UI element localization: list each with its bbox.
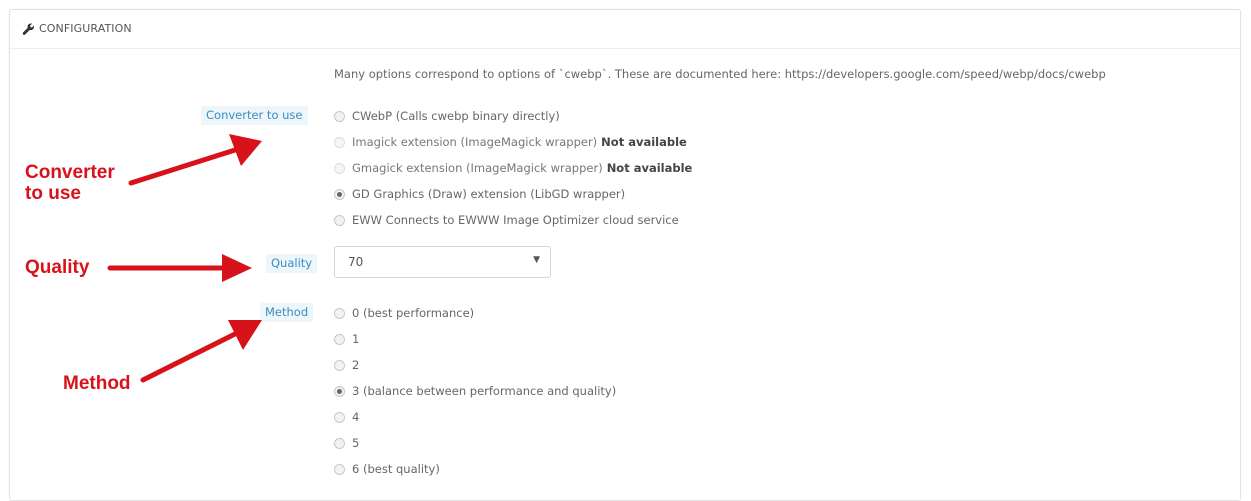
annotation-quality: Quality [25,257,90,278]
radio-button[interactable] [334,333,345,345]
annotation-converter-line2: to use [25,183,81,204]
converter-label: Converter to use [201,106,308,125]
option-label: EWW Connects to EWWW Image Optimizer clo… [352,213,679,227]
not-available-label: Not available [601,135,687,149]
annotation-method: Method [63,373,131,394]
panel-title: CONFIGURATION [39,22,132,35]
converter-option-gmagick: Gmagick extension (ImageMagick wrapper) … [334,160,692,176]
radio-button [334,162,345,174]
panel-header: CONFIGURATION [10,10,1240,49]
option-label: 2 [352,358,360,372]
not-available-label: Not available [606,161,693,175]
quality-select[interactable]: 70 ▼ [334,246,551,278]
radio-button[interactable] [334,411,345,423]
wrench-icon [22,23,35,35]
method-label: Method [260,303,314,322]
quality-select-value: 70 [348,255,364,269]
option-label: 6 (best quality) [352,462,440,476]
chevron-down-icon: ▼ [533,255,540,265]
radio-button[interactable] [334,110,345,122]
converter-option-cwebp[interactable]: CWebP (Calls cwebp binary directly) [334,108,560,124]
method-option-3[interactable]: 3 (balance between performance and quali… [334,383,616,399]
intro-text: Many options correspond to options of `c… [334,67,1106,81]
method-option-0[interactable]: 0 (best performance) [334,305,474,321]
option-label: CWebP (Calls cwebp binary directly) [352,109,560,123]
method-option-6[interactable]: 6 (best quality) [334,461,440,477]
radio-button-selected[interactable] [334,188,345,200]
option-label: 5 [352,436,360,450]
annotation-converter-line1: Converter [25,162,115,183]
converter-option-gd[interactable]: GD Graphics (Draw) extension (LibGD wrap… [334,186,625,202]
method-option-2[interactable]: 2 [334,357,359,373]
option-label: Imagick extension (ImageMagick wrapper) [352,135,598,149]
radio-button[interactable] [334,307,345,319]
quality-label: Quality [266,254,318,273]
option-label: 4 [352,410,360,424]
radio-button[interactable] [334,463,345,475]
option-label: 1 [352,332,360,346]
converter-option-ewww[interactable]: EWW Connects to EWWW Image Optimizer clo… [334,212,679,228]
configuration-panel: CONFIGURATION [9,9,1241,501]
radio-button[interactable] [334,437,345,449]
option-label: Gmagick extension (ImageMagick wrapper) [352,161,603,175]
radio-button [334,136,345,148]
radio-button[interactable] [334,214,345,226]
converter-option-imagick: Imagick extension (ImageMagick wrapper) … [334,134,687,150]
method-option-4[interactable]: 4 [334,409,359,425]
method-option-5[interactable]: 5 [334,435,359,451]
annotation-converter: Converter to use [25,162,115,204]
option-label: 3 (balance between performance and quali… [352,384,617,398]
radio-button-selected[interactable] [334,385,345,397]
option-label: 0 (best performance) [352,306,475,320]
method-option-1[interactable]: 1 [334,331,359,347]
radio-button[interactable] [334,359,345,371]
option-label: GD Graphics (Draw) extension (LibGD wrap… [352,187,626,201]
